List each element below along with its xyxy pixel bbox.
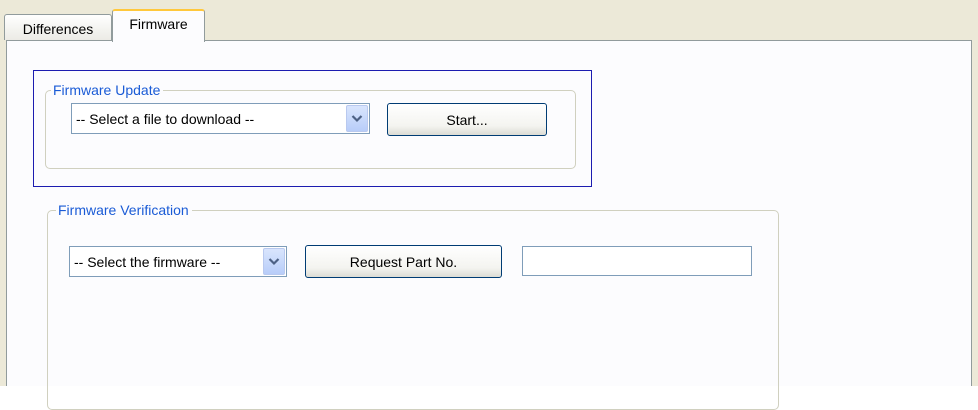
file-download-select-value: -- Select a file to download -- [76, 110, 255, 127]
firmware-verification-group: Firmware Verification -- Select the firm… [47, 201, 779, 410]
request-part-no-button[interactable]: Request Part No. [305, 245, 502, 278]
part-no-field[interactable] [522, 246, 752, 276]
start-button[interactable]: Start... [387, 103, 547, 136]
tab-firmware-label: Firmware [129, 15, 188, 32]
tab-differences[interactable]: Differences [4, 14, 112, 40]
chevron-down-icon[interactable] [346, 105, 368, 132]
firmware-select[interactable]: -- Select the firmware -- [69, 246, 287, 277]
tab-strip: Differences Firmware [0, 0, 978, 42]
firmware-select-value: -- Select the firmware -- [74, 253, 221, 270]
file-download-select[interactable]: -- Select a file to download -- [71, 103, 370, 134]
firmware-update-group: Firmware Update -- Select a file to down… [45, 81, 576, 169]
start-button-label: Start... [446, 111, 488, 128]
request-part-no-button-label: Request Part No. [349, 253, 458, 270]
firmware-tab-panel: Firmware Update -- Select a file to down… [6, 40, 972, 410]
tab-firmware[interactable]: Firmware [112, 9, 205, 42]
chevron-down-icon[interactable] [263, 248, 285, 275]
app-window: Differences Firmware Firmware Update -- … [0, 0, 978, 410]
firmware-verification-legend: Firmware Verification [56, 201, 192, 219]
tab-differences-label: Differences [22, 21, 94, 37]
firmware-update-legend: Firmware Update [51, 81, 164, 99]
